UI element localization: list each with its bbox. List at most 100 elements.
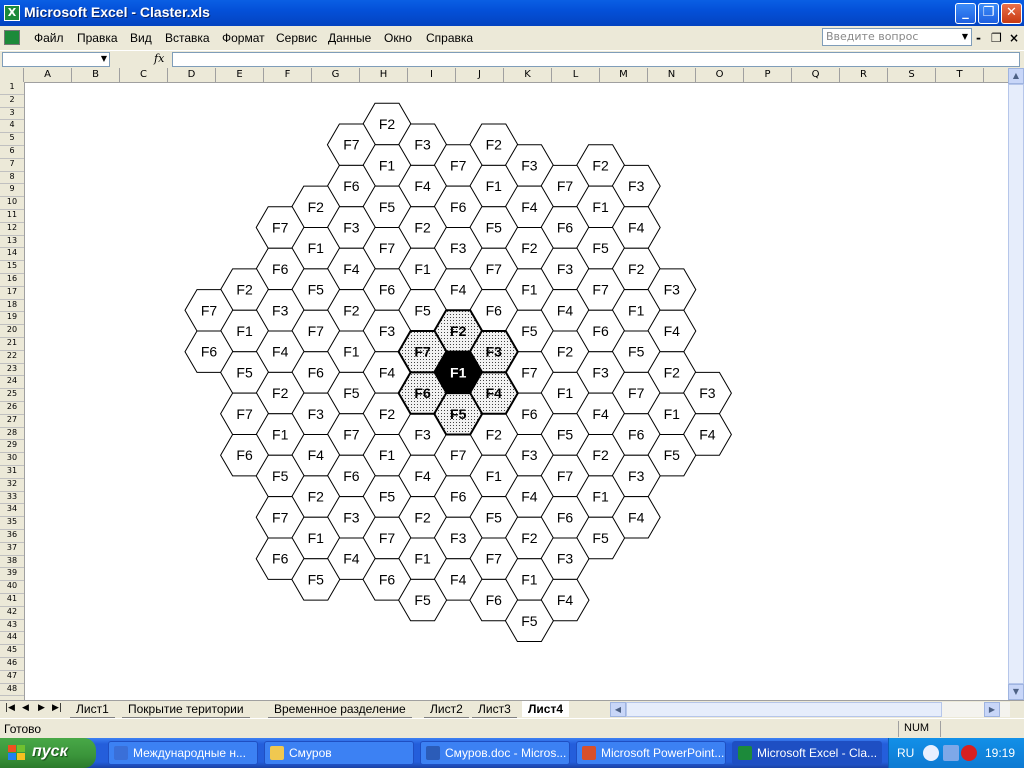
taskbar-item[interactable]: Смуров.doc - Micros... xyxy=(420,741,570,765)
row-header[interactable]: 39 xyxy=(0,568,24,582)
ask-question-box[interactable]: Введите вопрос ▼ xyxy=(822,28,972,46)
row-header[interactable]: 40 xyxy=(0,581,24,594)
sheet-tab-list3[interactable]: Лист3 xyxy=(472,701,517,718)
row-header[interactable]: 26 xyxy=(0,402,24,415)
row-header[interactable]: 34 xyxy=(0,504,24,518)
column-header[interactable]: K xyxy=(504,68,552,82)
menu-insert[interactable]: Вставка xyxy=(165,31,210,45)
column-header[interactable]: F xyxy=(264,68,312,82)
start-button[interactable]: пуск xyxy=(0,738,96,768)
row-header[interactable]: 31 xyxy=(0,466,24,479)
row-header[interactable]: 7 xyxy=(0,159,24,172)
row-header[interactable]: 46 xyxy=(0,658,24,671)
horizontal-scrollbar[interactable]: ◀ ▶ xyxy=(610,702,1010,717)
insert-function-icon[interactable]: fx xyxy=(154,52,164,65)
first-sheet-icon[interactable]: |◀ xyxy=(5,703,15,713)
row-header[interactable]: 44 xyxy=(0,632,24,646)
row-header[interactable]: 33 xyxy=(0,492,24,505)
sheet-tab-list1[interactable]: Лист1 xyxy=(70,701,115,718)
row-header[interactable]: 43 xyxy=(0,620,24,633)
column-header[interactable]: O xyxy=(696,68,744,82)
scroll-up-icon[interactable]: ▲ xyxy=(1008,68,1024,84)
row-header[interactable]: 21 xyxy=(0,338,24,351)
column-header[interactable]: M xyxy=(600,68,648,82)
scroll-right-icon[interactable]: ▶ xyxy=(984,702,1000,717)
row-header[interactable]: 3 xyxy=(0,108,24,121)
worksheet-grid[interactable]: F2 F7 F3 F2 F1 F7 F3 F2 F6 F4 F1 F7 F3 F2 F5 F6 F4 F1 F7 F3… xyxy=(0,68,1008,700)
row-header[interactable]: 45 xyxy=(0,645,24,658)
menu-window[interactable]: Окно xyxy=(384,31,412,45)
vertical-scrollbar[interactable]: ▲ ▼ xyxy=(1008,68,1024,700)
scroll-down-icon[interactable]: ▼ xyxy=(1008,684,1024,700)
column-header[interactable]: R xyxy=(840,68,888,82)
row-header[interactable]: 18 xyxy=(0,300,24,313)
row-header[interactable]: 41 xyxy=(0,594,24,607)
taskbar-item[interactable]: Смуров xyxy=(264,741,414,765)
column-header[interactable]: B xyxy=(72,68,120,82)
column-header[interactable]: S xyxy=(888,68,936,82)
column-header[interactable]: N xyxy=(648,68,696,82)
column-header[interactable]: Q xyxy=(792,68,840,82)
row-header[interactable]: 24 xyxy=(0,376,24,390)
chevron-down-icon[interactable]: ▼ xyxy=(101,54,107,63)
row-header[interactable]: 4 xyxy=(0,120,24,134)
row-header[interactable]: 20 xyxy=(0,325,24,338)
row-header[interactable]: 29 xyxy=(0,440,24,454)
row-header[interactable]: 11 xyxy=(0,210,24,223)
column-header[interactable]: L xyxy=(552,68,600,82)
row-header[interactable]: 37 xyxy=(0,543,24,556)
row-header[interactable]: 25 xyxy=(0,389,24,402)
row-header[interactable]: 32 xyxy=(0,479,24,492)
row-header[interactable]: 47 xyxy=(0,671,24,684)
chevron-down-icon[interactable]: ▼ xyxy=(959,29,971,45)
row-header[interactable]: 9 xyxy=(0,184,24,198)
row-header[interactable]: 14 xyxy=(0,248,24,262)
menu-edit[interactable]: Правка xyxy=(77,31,118,45)
column-header[interactable]: J xyxy=(456,68,504,82)
next-sheet-icon[interactable]: ▶ xyxy=(38,703,45,713)
row-header[interactable]: 10 xyxy=(0,197,24,210)
antivirus-icon[interactable] xyxy=(961,745,977,761)
menu-data[interactable]: Данные xyxy=(328,31,371,45)
sheet-tab-list4[interactable]: Лист4 xyxy=(522,701,570,717)
column-header[interactable]: D xyxy=(168,68,216,82)
minimize-button[interactable]: _ xyxy=(955,3,976,24)
close-button[interactable]: ✕ xyxy=(1001,3,1022,24)
menu-format[interactable]: Формат xyxy=(222,31,265,45)
row-header[interactable]: 19 xyxy=(0,312,24,326)
sheet-tab-list2[interactable]: Лист2 xyxy=(424,701,469,718)
excel-app-icon[interactable]: X xyxy=(4,5,20,21)
column-header[interactable]: P xyxy=(744,68,792,82)
back-arrow-icon[interactable] xyxy=(923,745,939,761)
menu-file[interactable]: Файл xyxy=(34,31,64,45)
row-header[interactable]: 8 xyxy=(0,172,24,185)
row-header[interactable]: 17 xyxy=(0,287,24,300)
restore-button[interactable]: ❐ xyxy=(978,3,999,24)
row-header[interactable]: 12 xyxy=(0,223,24,236)
sheet-tab-coverage[interactable]: Покрытие територии xyxy=(122,701,250,718)
row-header[interactable]: 22 xyxy=(0,351,24,364)
row-header[interactable]: 13 xyxy=(0,236,24,249)
name-box[interactable]: ▼ xyxy=(2,52,110,67)
row-header[interactable]: 35 xyxy=(0,517,24,530)
scroll-left-icon[interactable]: ◀ xyxy=(610,702,626,717)
doc-minimize-button[interactable]: - xyxy=(976,31,981,45)
column-header[interactable]: A xyxy=(24,68,72,82)
network-icon[interactable] xyxy=(943,745,959,761)
sheet-tab-time-division[interactable]: Временное разделение xyxy=(268,701,412,718)
column-header[interactable]: E xyxy=(216,68,264,82)
row-header[interactable]: 16 xyxy=(0,274,24,287)
row-header[interactable]: 6 xyxy=(0,146,24,159)
vertical-scroll-thumb[interactable] xyxy=(1008,84,1024,684)
horizontal-scroll-thumb[interactable] xyxy=(626,702,942,717)
row-header[interactable]: 48 xyxy=(0,684,24,697)
column-header[interactable]: H xyxy=(360,68,408,82)
doc-close-button[interactable]: × xyxy=(1009,31,1019,45)
row-header[interactable]: 27 xyxy=(0,415,24,428)
row-header[interactable]: 5 xyxy=(0,133,24,146)
row-header[interactable]: 30 xyxy=(0,453,24,466)
column-header[interactable]: I xyxy=(408,68,456,82)
row-header[interactable]: 1 xyxy=(0,82,24,95)
prev-sheet-icon[interactable]: ◀ xyxy=(22,703,29,713)
taskbar-item[interactable]: Международные н... xyxy=(108,741,258,765)
